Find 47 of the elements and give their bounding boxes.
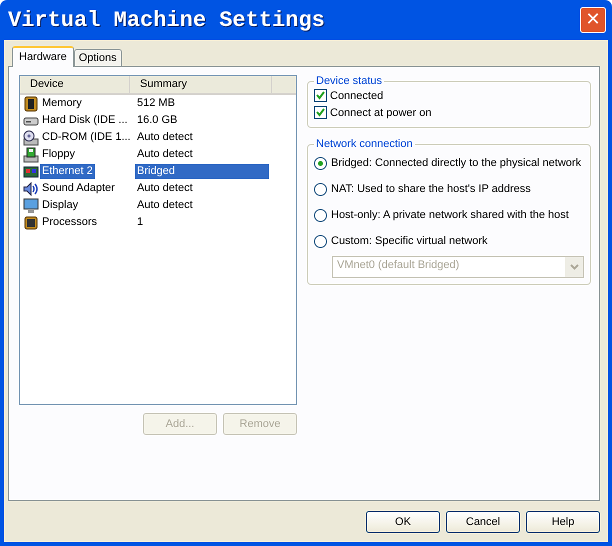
network-card-icon (23, 164, 39, 180)
device-summary[interactable]: 16.0 GB (135, 113, 269, 128)
group-title: Device status (315, 75, 384, 87)
device-name[interactable]: Floppy (40, 147, 78, 162)
tab[interactable]: Options (74, 49, 122, 66)
device-name[interactable]: Ethernet 2 (40, 164, 95, 179)
floppy-drive-icon (23, 146, 39, 162)
radio-button[interactable] (314, 208, 327, 222)
radio-label[interactable]: NAT: Used to share the host's IP address (331, 183, 531, 195)
close-button[interactable]: ✕ (580, 7, 606, 33)
device-name[interactable]: Memory (40, 96, 84, 111)
device-name[interactable]: Processors (40, 215, 100, 230)
device-summary[interactable]: Auto detect (135, 198, 269, 213)
device-summary[interactable]: 1 (135, 215, 269, 230)
dialog-button[interactable]: Help (526, 511, 600, 533)
device-summary[interactable]: Bridged (135, 164, 269, 179)
device-name[interactable]: Display (40, 198, 80, 213)
device-summary[interactable]: Auto detect (135, 181, 269, 196)
chevron-down-icon (570, 264, 578, 270)
cd-drive-icon (23, 130, 39, 146)
device-summary[interactable]: Auto detect (135, 147, 269, 162)
dialog-button[interactable]: OK (366, 511, 440, 533)
checkbox[interactable] (314, 89, 327, 102)
device-name[interactable]: CD-ROM (IDE 1... (40, 130, 133, 145)
group-title: Network connection (315, 138, 414, 150)
tab[interactable]: Hardware (12, 46, 74, 67)
radio-button[interactable] (314, 156, 327, 170)
speaker-icon (23, 180, 39, 196)
radio-label[interactable]: Custom: Specific virtual network (331, 235, 488, 247)
device-summary[interactable]: 512 MB (135, 96, 269, 111)
memory-chip-icon (23, 96, 39, 112)
processor-icon (23, 214, 39, 230)
column-header[interactable]: Device (20, 76, 130, 93)
device-name[interactable]: Sound Adapter (40, 181, 117, 196)
device-name[interactable]: Hard Disk (IDE ... (40, 113, 130, 128)
radio-label[interactable]: Host-only: A private network shared with the host (331, 209, 569, 221)
radio-button[interactable] (314, 182, 327, 196)
monitor-icon (23, 198, 39, 214)
checkbox-label[interactable]: Connect at power on (330, 106, 432, 118)
dialog-button[interactable]: Cancel (446, 511, 520, 533)
device-summary[interactable]: Auto detect (135, 130, 269, 145)
window-title: Virtual Machine Settings (8, 8, 325, 32)
checkbox-label[interactable]: Connected (330, 90, 384, 102)
radio-label[interactable]: Bridged: Connected directly to the physical network (331, 157, 582, 169)
checkbox[interactable] (314, 106, 327, 119)
radio-button[interactable] (314, 234, 327, 248)
column-header[interactable]: Summary (130, 76, 272, 93)
